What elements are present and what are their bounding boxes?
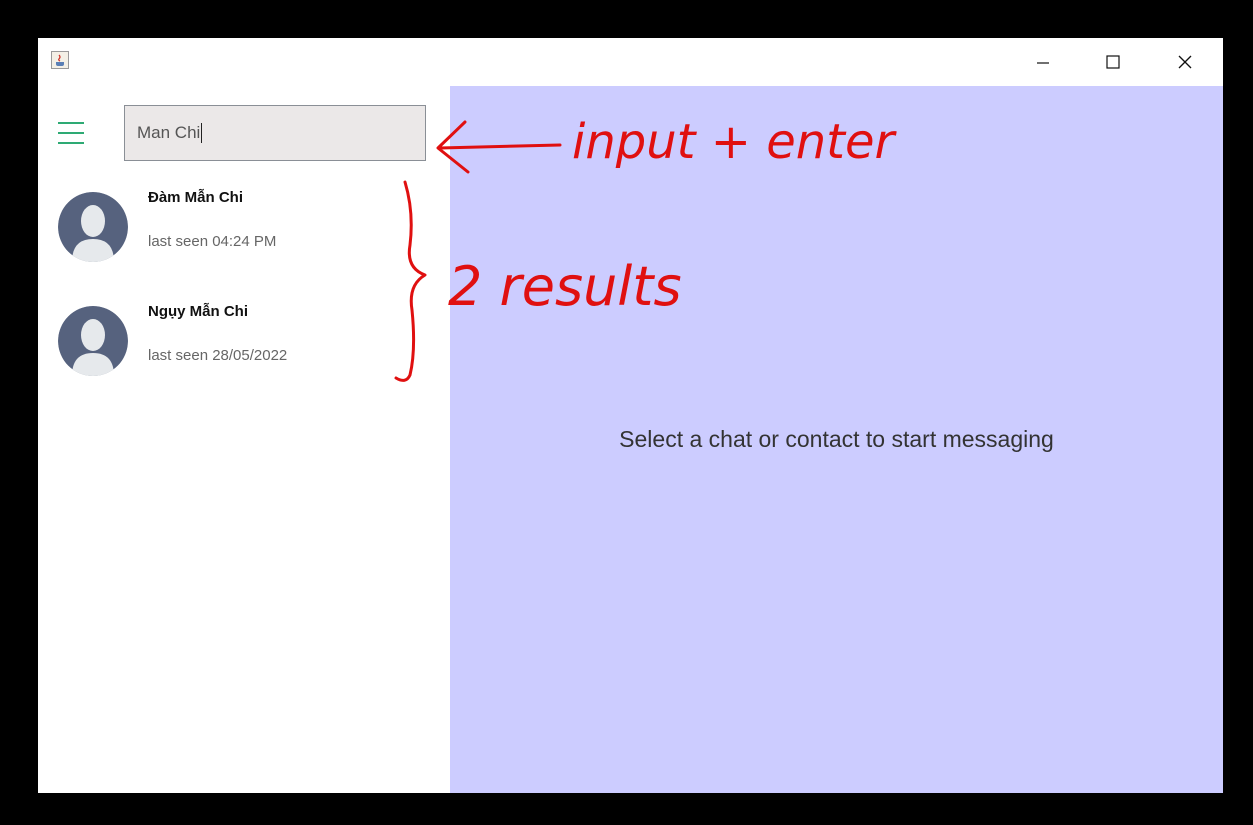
default-user-avatar <box>58 306 128 376</box>
maximize-button[interactable] <box>1090 38 1136 86</box>
text-caret <box>201 123 203 143</box>
default-user-avatar <box>58 192 128 262</box>
minimize-icon <box>1037 62 1049 64</box>
close-icon <box>1178 55 1192 69</box>
contact-name: Ngụy Mẫn Chi <box>148 303 248 320</box>
chat-area: Select a chat or contact to start messag… <box>450 86 1223 793</box>
title-bar[interactable] <box>38 38 1223 86</box>
search-input-value: Man Chi <box>137 123 201 142</box>
java-cup-icon[interactable] <box>51 51 69 69</box>
search-result-item[interactable]: Ngụy Mẫn Chi last seen 28/05/2022 <box>38 295 450 395</box>
hamburger-menu-icon[interactable] <box>58 122 84 144</box>
search-input[interactable]: Man Chi <box>124 105 426 161</box>
close-button[interactable] <box>1162 38 1208 86</box>
sidebar: Man Chi Đàm Mẫn Chi last seen 04:24 PM N… <box>38 86 450 793</box>
last-seen-status: last seen 04:24 PM <box>148 233 277 250</box>
app-window: Man Chi Đàm Mẫn Chi last seen 04:24 PM N… <box>38 38 1223 793</box>
minimize-button[interactable] <box>1020 38 1066 86</box>
last-seen-status: last seen 28/05/2022 <box>148 347 288 364</box>
empty-chat-message: Select a chat or contact to start messag… <box>619 426 1054 452</box>
maximize-icon <box>1106 55 1120 69</box>
search-result-item[interactable]: Đàm Mẫn Chi last seen 04:24 PM <box>38 181 450 281</box>
contact-name: Đàm Mẫn Chi <box>148 189 244 206</box>
